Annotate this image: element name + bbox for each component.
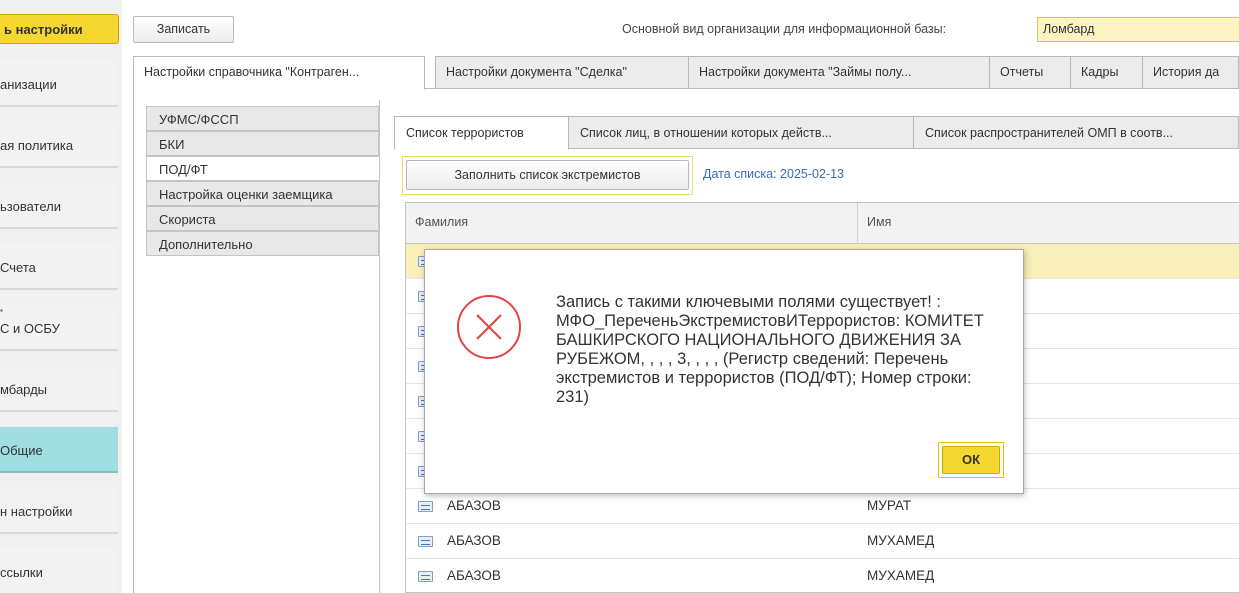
tab-loans-settings[interactable]: Настройки документа "Займы полу... [688, 56, 990, 89]
tab-deal-settings[interactable]: Настройки документа "Сделка" [435, 56, 689, 89]
subtab-scorista[interactable]: Скориста [146, 206, 379, 231]
record-icon [418, 571, 433, 582]
tab-wmd-distributors-list[interactable]: Список распространителей ОМП в соотв... [913, 116, 1239, 149]
org-type-label: Основной вид организации для информацион… [622, 22, 947, 36]
subtab-pod-ft[interactable]: ПОД/ФТ [146, 156, 379, 181]
left-navigation: ь настройки анизации ая политика ьзовате… [0, 0, 122, 593]
nav-item-label: мбарды [0, 382, 48, 397]
nav-item-general[interactable]: Общие [0, 427, 118, 473]
tab-counterparty-settings[interactable]: Настройки справочника "Контраген... [133, 56, 425, 90]
column-header-name[interactable]: Имя [867, 215, 891, 229]
nav-item-label: анизации [0, 77, 57, 92]
cell-surname: АБАЗОВ [447, 533, 501, 548]
table-row[interactable]: АБАЗОВ МУХАМЕД [406, 524, 1239, 559]
nav-item-label: С и ОСБУ [0, 321, 60, 336]
inner-tabs: Список террористов Список лиц, в отношен… [394, 116, 1239, 150]
nav-item-label: ая политика [0, 138, 74, 153]
table-row[interactable]: АБАЗОВ МУРАТ [406, 489, 1239, 524]
subtab-bki[interactable]: БКИ [146, 131, 379, 156]
nav-item-pawnshops[interactable]: мбарды [0, 366, 118, 412]
column-divider [857, 203, 858, 244]
cell-name: МУХАМЕД [867, 533, 935, 548]
org-type-field[interactable]: Ломбард [1037, 17, 1239, 42]
ok-button[interactable]: ОК [942, 446, 1000, 474]
error-icon [457, 295, 521, 359]
fill-extremists-button[interactable]: Заполнить список экстремистов [406, 160, 689, 190]
nav-item-users[interactable]: ьзователи [0, 183, 118, 229]
column-header-surname[interactable]: Фамилия [415, 215, 468, 229]
nav-settings-button[interactable]: ь настройки [0, 14, 119, 44]
cell-surname: АБАЗОВ [447, 498, 501, 513]
nav-item-label: ссылки [0, 565, 43, 580]
subtab-ufms[interactable]: УФМС/ФССП [146, 106, 379, 131]
record-icon [418, 536, 433, 547]
tab-reports[interactable]: Отчеты [989, 56, 1071, 89]
save-button[interactable]: Записать [133, 16, 234, 43]
nav-item-policy[interactable]: ая политика [0, 122, 118, 168]
nav-item-accounts[interactable]: Счета [0, 244, 118, 290]
nav-item-label: Общие [0, 443, 43, 458]
top-tabs: Настройки справочника "Контраген... Наст… [133, 56, 1239, 90]
record-icon [418, 501, 433, 512]
tab-staff[interactable]: Кадры [1070, 56, 1143, 89]
nav-item-osbu[interactable]: ▪ С и ОСБУ [0, 305, 118, 351]
nav-item-organizations[interactable]: анизации [0, 61, 118, 107]
table-header: Фамилия Имя [406, 203, 1239, 244]
table-row[interactable]: АБАЗОВ МУХАМЕД [406, 559, 1239, 592]
error-dialog: Запись с такими ключевыми полями существ… [424, 249, 1024, 494]
tab-restricted-persons-list[interactable]: Список лиц, в отношении которых действ..… [568, 116, 914, 149]
nav-item-admin-settings[interactable]: н настройки [0, 488, 118, 534]
nav-item-label: н настройки [0, 504, 73, 519]
nav-item-mailings[interactable]: ссылки [0, 549, 118, 593]
dialog-message: Запись с такими ключевыми полями существ… [556, 293, 984, 406]
subtab-borrower-scoring[interactable]: Настройка оценки заемщика [146, 181, 379, 206]
tab-history[interactable]: История да [1142, 56, 1239, 89]
list-date-link[interactable]: Дата списка: 2025-02-13 [703, 167, 844, 181]
subtab-divider [379, 100, 380, 593]
nav-item-label: ьзователи [0, 199, 61, 214]
cell-name: МУХАМЕД [867, 568, 935, 583]
nav-marker-icon: ▪ [0, 306, 3, 315]
cell-surname: АБАЗОВ [447, 568, 501, 583]
cell-name: МУРАТ [867, 498, 912, 513]
tab-terrorists-list[interactable]: Список террористов [394, 116, 569, 150]
nav-item-label: Счета [0, 260, 36, 275]
subtab-additional[interactable]: Дополнительно [146, 231, 379, 256]
